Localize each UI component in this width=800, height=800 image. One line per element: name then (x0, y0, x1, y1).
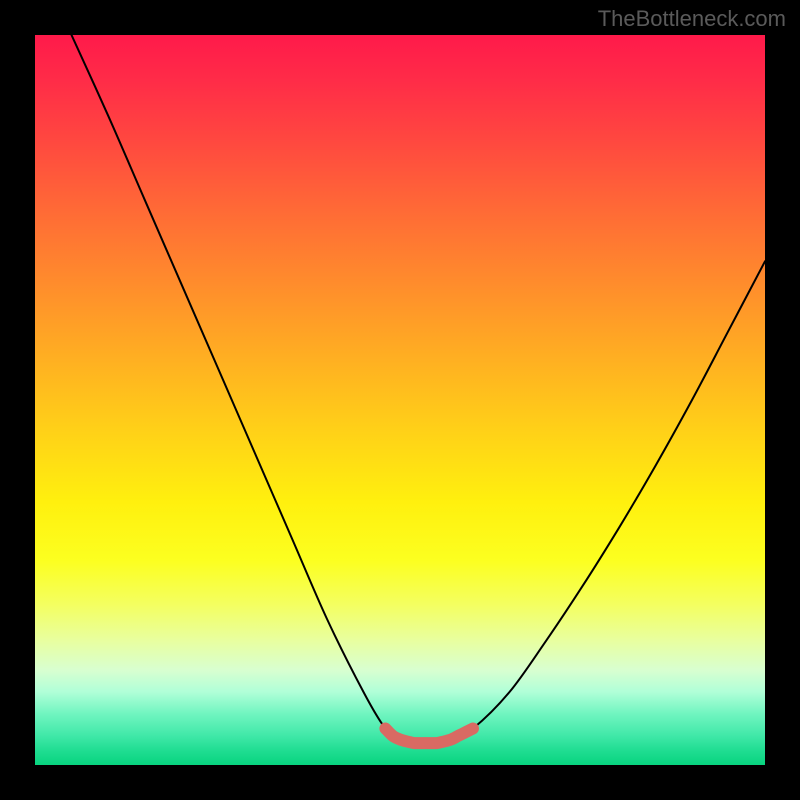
chart-svg (35, 35, 765, 765)
bottleneck-curve (72, 35, 766, 744)
watermark-label: TheBottleneck.com (598, 6, 786, 32)
fit-band-marker (385, 729, 473, 744)
plot-area (35, 35, 765, 765)
